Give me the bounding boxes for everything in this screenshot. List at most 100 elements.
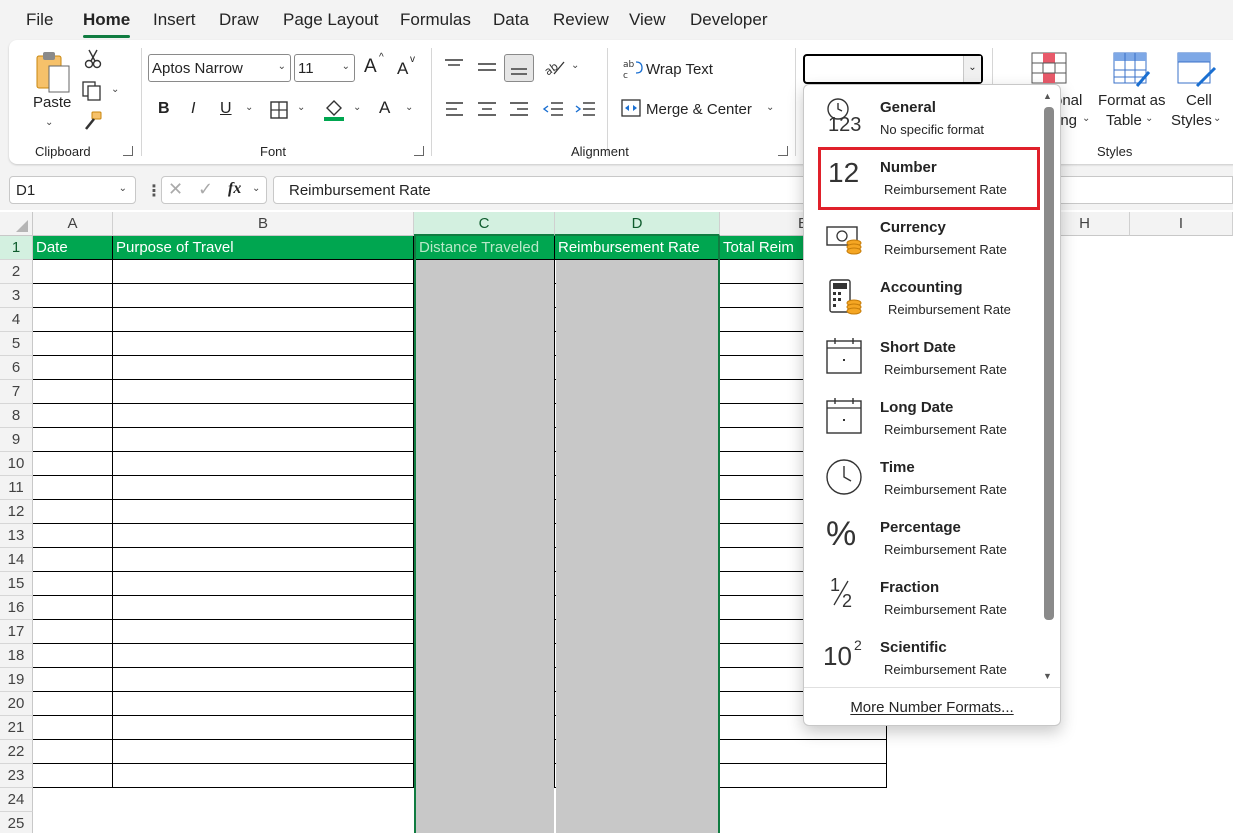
align-right-icon[interactable] (509, 100, 529, 118)
format-as-table-icon[interactable] (1113, 52, 1151, 88)
font-launcher-icon[interactable] (414, 146, 424, 156)
tab-view[interactable]: View (629, 10, 666, 30)
align-center-icon[interactable] (477, 100, 497, 118)
tab-data[interactable]: Data (493, 10, 529, 30)
cell-b3[interactable] (113, 284, 414, 308)
format-item-long-date[interactable]: Long Date Reimbursement Rate (818, 387, 1040, 445)
font-color-chevron-icon[interactable]: ⌄ (405, 102, 413, 113)
cell-a13[interactable] (33, 524, 113, 548)
cell-b14[interactable] (113, 548, 414, 572)
row-header-16[interactable]: 16 (0, 596, 33, 620)
row-header-22[interactable]: 22 (0, 740, 33, 764)
align-middle-icon[interactable] (476, 60, 498, 76)
column-d-shade[interactable] (556, 260, 719, 833)
row-header-24[interactable]: 24 (0, 788, 33, 812)
copy-chevron-icon[interactable]: ⌄ (111, 84, 119, 95)
tab-file[interactable]: File (26, 10, 53, 30)
format-item-currency[interactable]: Currency Reimbursement Rate (818, 207, 1040, 265)
chevron-down-icon[interactable]: ⌄ (252, 183, 260, 194)
cell-b13[interactable] (113, 524, 414, 548)
cell-b12[interactable] (113, 500, 414, 524)
cell-b4[interactable] (113, 308, 414, 332)
format-as-table-label-1[interactable]: Format as (1098, 92, 1166, 109)
cell-a16[interactable] (33, 596, 113, 620)
cell-a8[interactable] (33, 404, 113, 428)
underline-chevron-icon[interactable]: ⌄ (245, 102, 253, 113)
cell-b2[interactable] (113, 260, 414, 284)
font-name-combo[interactable]: Aptos Narrow ⌄ (148, 54, 291, 82)
cell-a11[interactable] (33, 476, 113, 500)
formula-bar-grip-icon[interactable]: ⋮ (146, 181, 162, 201)
tab-draw[interactable]: Draw (219, 10, 259, 30)
formula-input[interactable]: Reimbursement Rate (273, 176, 1233, 204)
copy-icon[interactable] (81, 80, 103, 102)
row-header-5[interactable]: 5 (0, 332, 33, 356)
format-item-time[interactable]: Time Reimbursement Rate (818, 447, 1040, 505)
tab-insert[interactable]: Insert (153, 10, 196, 30)
scroll-down-icon[interactable]: ▼ (1043, 671, 1052, 681)
cell-a21[interactable] (33, 716, 113, 740)
tab-home[interactable]: Home (83, 10, 131, 38)
column-header-b[interactable]: B (113, 212, 414, 236)
wrap-text-icon[interactable]: ab c (622, 58, 644, 80)
row-header-25[interactable]: 25 (0, 812, 33, 833)
cell-b6[interactable] (113, 356, 414, 380)
cell-a7[interactable] (33, 380, 113, 404)
cell-a20[interactable] (33, 692, 113, 716)
cell-a5[interactable] (33, 332, 113, 356)
clipboard-launcher-icon[interactable] (123, 146, 133, 156)
shrink-font-icon[interactable]: A (397, 59, 408, 79)
cell-a2[interactable] (33, 260, 113, 284)
cell-b15[interactable] (113, 572, 414, 596)
format-item-scientific[interactable]: 10 2 Scientific Reimbursement Rate (818, 627, 1040, 685)
row-header-14[interactable]: 14 (0, 548, 33, 572)
column-c-shade[interactable] (414, 260, 554, 833)
orientation-chevron-icon[interactable]: ⌄ (571, 60, 579, 71)
row-header-13[interactable]: 13 (0, 524, 33, 548)
insert-function-icon[interactable]: fx (228, 180, 241, 198)
cell-b7[interactable] (113, 380, 414, 404)
merge-center-icon[interactable] (620, 98, 642, 118)
wrap-text-button[interactable]: Wrap Text (646, 61, 713, 78)
format-item-accounting[interactable]: Accounting Reimbursement Rate (818, 267, 1040, 325)
cell-styles-chevron-icon[interactable]: ⌄ (1213, 113, 1221, 124)
fill-color-icon[interactable] (322, 96, 346, 122)
cell-c1[interactable]: Distance Traveled (414, 236, 555, 260)
format-item-short-date[interactable]: Short Date Reimbursement Rate (818, 327, 1040, 385)
cell-b5[interactable] (113, 332, 414, 356)
format-item-fraction[interactable]: 1 2 Fraction Reimbursement Rate (818, 567, 1040, 625)
grow-font-icon[interactable]: A (364, 56, 377, 78)
cell-b8[interactable] (113, 404, 414, 428)
more-number-formats-button[interactable]: More Number Formats... (804, 687, 1060, 725)
cell-a15[interactable] (33, 572, 113, 596)
paste-label[interactable]: Paste (33, 94, 71, 111)
orientation-icon[interactable]: ab (542, 56, 566, 78)
format-as-table-label-2[interactable]: Table (1106, 112, 1142, 129)
row-header-1[interactable]: 1 (0, 236, 33, 260)
row-header-20[interactable]: 20 (0, 692, 33, 716)
cell-a4[interactable] (33, 308, 113, 332)
cell-a23[interactable] (33, 764, 113, 788)
merge-chevron-icon[interactable]: ⌄ (766, 102, 774, 113)
cell-b21[interactable] (113, 716, 414, 740)
align-left-icon[interactable] (445, 100, 465, 118)
row-header-11[interactable]: 11 (0, 476, 33, 500)
italic-button[interactable]: I (191, 100, 195, 118)
cell-a6[interactable] (33, 356, 113, 380)
cell-b19[interactable] (113, 668, 414, 692)
cell-a14[interactable] (33, 548, 113, 572)
cell-b16[interactable] (113, 596, 414, 620)
cell-a3[interactable] (33, 284, 113, 308)
format-item-general[interactable]: 123 General No specific format (818, 87, 1040, 145)
enter-check-icon[interactable]: ✓ (198, 179, 213, 200)
tab-developer[interactable]: Developer (690, 10, 768, 30)
paste-icon[interactable] (33, 50, 73, 96)
row-header-3[interactable]: 3 (0, 284, 33, 308)
cell-styles-label-2[interactable]: Styles (1171, 112, 1212, 129)
cell-styles-icon[interactable] (1177, 52, 1217, 88)
cell-a10[interactable] (33, 452, 113, 476)
row-header-17[interactable]: 17 (0, 620, 33, 644)
column-header-i[interactable]: I (1130, 212, 1233, 236)
cell-e23[interactable] (720, 764, 887, 788)
tab-formulas[interactable]: Formulas (400, 10, 471, 30)
